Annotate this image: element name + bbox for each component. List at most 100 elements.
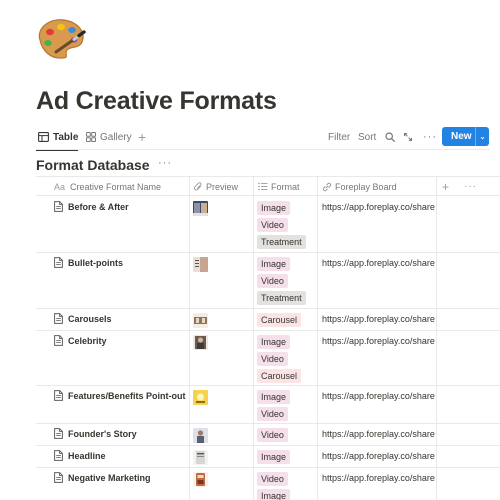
- preview-thumbnail[interactable]: [193, 313, 208, 328]
- gallery-icon: [86, 132, 96, 142]
- format-name: Before & After: [68, 201, 129, 212]
- format-name: Features/Benefits Point-out: [68, 390, 186, 401]
- tab-gallery-label: Gallery: [100, 131, 132, 143]
- format-tag: Video: [257, 472, 288, 486]
- column-more-button[interactable]: ···: [464, 177, 477, 196]
- format-tags[interactable]: Image: [257, 450, 291, 464]
- format-tag: Video: [257, 407, 288, 421]
- text-aa-icon: Aa: [54, 182, 65, 191]
- table-row[interactable]: Bullet-points Image Video Treatment https://…: [36, 253, 500, 309]
- table-row[interactable]: Before & After Image Video Treatment https:/…: [36, 197, 500, 253]
- database-title: Format Database: [36, 157, 150, 173]
- format-name: Celebrity: [68, 335, 107, 346]
- page-icon: [54, 450, 63, 461]
- page-icon: [54, 257, 63, 268]
- filter-button[interactable]: Filter: [328, 126, 350, 148]
- preview-thumbnail[interactable]: [193, 390, 208, 405]
- tab-table-label: Table: [53, 131, 79, 143]
- foreplay-board-link[interactable]: https://app.foreplay.co/share: [322, 473, 436, 483]
- preview-thumbnail[interactable]: [193, 257, 208, 272]
- format-name-cell[interactable]: Bullet-points: [54, 257, 123, 268]
- page-icon: [54, 335, 63, 346]
- format-tags[interactable]: Video Image: [257, 472, 291, 500]
- foreplay-board-link[interactable]: https://app.foreplay.co/share: [322, 258, 436, 268]
- format-name-cell[interactable]: Carousels: [54, 313, 112, 324]
- table-row[interactable]: Celebrity Image Video Carousel https://app.f…: [36, 331, 500, 386]
- table-row[interactable]: Founder's Story Video https://app.foreplay…: [36, 424, 500, 446]
- page-icon: [54, 201, 63, 212]
- table-row[interactable]: Headline Image https://app.foreplay.co/sha…: [36, 446, 500, 468]
- format-name-cell[interactable]: Celebrity: [54, 335, 107, 346]
- format-tags[interactable]: Carousel: [257, 313, 302, 327]
- format-tag: Treatment: [257, 291, 306, 305]
- format-name: Carousels: [68, 313, 112, 324]
- tab-table[interactable]: Table: [38, 126, 78, 148]
- format-tag: Image: [257, 489, 291, 500]
- foreplay-board-link[interactable]: https://app.foreplay.co/share: [322, 391, 436, 401]
- artist-palette-icon: [34, 16, 88, 60]
- preview-thumbnail[interactable]: [193, 335, 208, 350]
- format-tag: Image: [257, 201, 291, 215]
- add-view-button[interactable]: +: [138, 126, 146, 148]
- foreplay-board-link[interactable]: https://app.foreplay.co/share: [322, 202, 436, 212]
- format-tag: Video: [257, 352, 288, 366]
- format-tags[interactable]: Image Video Carousel: [257, 335, 302, 383]
- format-tag: Treatment: [257, 235, 306, 249]
- link-icon: [322, 182, 332, 191]
- chevron-down-icon[interactable]: ⌄: [476, 133, 489, 141]
- search-button[interactable]: [385, 126, 395, 148]
- format-tag: Carousel: [257, 369, 302, 383]
- foreplay-board-link[interactable]: https://app.foreplay.co/share: [322, 314, 436, 324]
- format-name: Headline: [68, 450, 106, 461]
- page-icon: [54, 390, 63, 401]
- column-header-preview[interactable]: Preview: [194, 177, 238, 196]
- table-row[interactable]: Features/Benefits Point-out Image Video htt…: [36, 386, 500, 424]
- column-header-name[interactable]: Aa Creative Format Name: [54, 177, 161, 196]
- format-name-cell[interactable]: Headline: [54, 450, 106, 461]
- format-name: Founder's Story: [68, 428, 137, 439]
- page-title: Ad Creative Formats: [36, 87, 277, 115]
- format-name: Bullet-points: [68, 257, 123, 268]
- format-tag: Video: [257, 218, 288, 232]
- view-bar-divider: [36, 149, 490, 150]
- format-tag: Video: [257, 274, 288, 288]
- foreplay-board-link[interactable]: https://app.foreplay.co/share: [322, 451, 436, 461]
- format-name-cell[interactable]: Features/Benefits Point-out: [54, 390, 186, 401]
- column-header-name-label: Creative Format Name: [70, 181, 162, 192]
- table-row[interactable]: Negative Marketing Video Image https://app.…: [36, 468, 500, 500]
- format-name-cell[interactable]: Before & After: [54, 201, 129, 212]
- format-tags[interactable]: Image Video: [257, 390, 291, 421]
- search-icon: [385, 132, 395, 142]
- format-name-cell[interactable]: Negative Marketing: [54, 472, 151, 483]
- format-tags[interactable]: Video: [257, 428, 288, 442]
- page-icon: [54, 472, 63, 483]
- preview-thumbnail[interactable]: [193, 472, 208, 487]
- expand-button[interactable]: [403, 126, 413, 148]
- table-header: Aa Creative Format Name Preview Format F…: [36, 176, 500, 196]
- column-header-board[interactable]: Foreplay Board: [322, 177, 397, 196]
- format-name-cell[interactable]: Founder's Story: [54, 428, 137, 439]
- foreplay-board-link[interactable]: https://app.foreplay.co/share: [322, 336, 436, 346]
- preview-thumbnail[interactable]: [193, 450, 208, 465]
- svg-text:Aa: Aa: [54, 182, 65, 191]
- preview-thumbnail[interactable]: [193, 201, 208, 216]
- format-tag: Video: [257, 428, 288, 442]
- new-button[interactable]: New ⌄: [442, 127, 489, 146]
- add-column-button[interactable]: +: [442, 177, 449, 196]
- view-bar: Table Gallery + Filter Sort ··· New ⌄: [36, 126, 490, 151]
- format-tags[interactable]: Image Video Treatment: [257, 201, 306, 249]
- preview-thumbnail[interactable]: [193, 428, 208, 443]
- more-options-button[interactable]: ···: [423, 126, 437, 148]
- sort-button[interactable]: Sort: [358, 126, 376, 148]
- table-icon: [38, 132, 49, 142]
- foreplay-board-link[interactable]: https://app.foreplay.co/share: [322, 429, 436, 439]
- new-button-label: New: [451, 131, 472, 142]
- format-tags[interactable]: Image Video Treatment: [257, 257, 306, 305]
- database-more-button[interactable]: ···: [158, 157, 172, 169]
- page-icon: [54, 313, 63, 324]
- format-tag: Image: [257, 450, 291, 464]
- format-tag: Carousel: [257, 313, 302, 327]
- tab-gallery[interactable]: Gallery: [86, 126, 132, 148]
- column-header-format[interactable]: Format: [258, 177, 300, 196]
- table-row[interactable]: Carousels Carousel https://app.foreplay.co…: [36, 309, 500, 331]
